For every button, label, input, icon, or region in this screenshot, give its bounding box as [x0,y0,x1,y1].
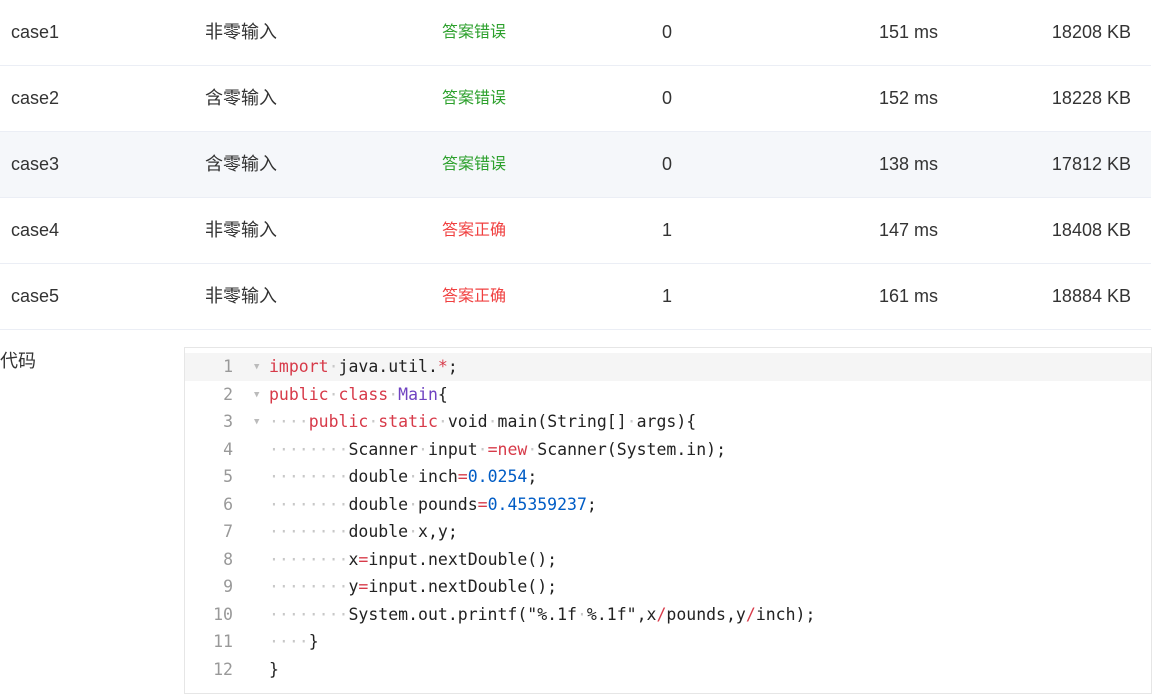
case-score: 1 [662,220,673,240]
code-viewer[interactable]: 1 ▼ import·java.util.*; 2 ▼ public·class·Main… [184,347,1152,694]
case-result: 答案正确 [442,222,507,239]
line-number: 2 [223,384,233,404]
case-type: 含零输入 [205,154,277,174]
code-line: 10 ········System.out.printf("%.1f·%.1f",… [185,601,1151,629]
case-type: 非零输入 [205,22,277,42]
case-result: 答案正确 [442,288,507,305]
case-time: 152 ms [878,88,938,108]
code-text: ········double·inch=0.0254; [269,467,538,486]
case-time: 161 ms [878,286,938,306]
case-name: case4 [11,220,60,240]
line-number: 11 [213,632,233,651]
case-memory: 18884 KB [1051,286,1131,306]
case-type: 非零输入 [205,286,277,306]
line-number: 4 [223,439,233,459]
case-type: 非零输入 [205,220,277,240]
code-line: 6 ········double·pounds=0.45359237; [185,491,1151,519]
code-text: } [269,659,279,679]
code-line: 12} [185,656,1151,684]
code-text: ····} [269,632,319,651]
case-score: 0 [662,22,673,42]
case-memory: 17812 KB [1051,154,1131,174]
case-memory: 18208 KB [1051,22,1131,42]
line-number: 6 [223,494,233,514]
case-result: 答案错误 [442,90,507,107]
code-line: 4 ········Scanner·input·=new·Scanner(Syst… [185,436,1151,464]
line-number: 8 [223,549,233,569]
line-number: 5 [223,467,233,486]
case-time: 138 ms [878,154,938,174]
code-text: ········x=input.nextDouble(); [269,549,558,569]
case-memory: 18228 KB [1051,88,1131,108]
code-text: ········y=input.nextDouble(); [269,577,558,596]
code-text: ········double·pounds=0.45359237; [269,494,597,514]
fold-arrow-icon[interactable]: ▼ [254,353,259,381]
case-time: 151 ms [878,22,938,42]
case-result: 答案错误 [442,24,507,41]
fold-arrow-icon[interactable]: ▼ [254,381,259,409]
code-text: public·class·Main{ [269,384,448,404]
line-number: 9 [223,577,233,596]
case-score: 0 [662,88,673,108]
code-line: 7 ········double·x,y; [185,518,1151,546]
code-text: ········Scanner·input·=new·Scanner(Syste… [269,439,727,459]
line-number: 1 [223,357,233,376]
code-line: 9 ········y=input.nextDouble(); [185,573,1151,601]
case-name: case2 [11,88,60,108]
line-number: 12 [213,659,233,679]
line-number: 3 [223,412,233,431]
case-score: 0 [662,154,673,174]
table-row: case5 非零输入 答案正确 1 161 ms 18884 KB [0,264,1151,330]
line-number: 10 [213,604,233,624]
test-case-table: case1 非零输入 答案错误 0 151 ms 18208 KB case2 … [0,0,1151,330]
code-line: 2 ▼ public·class·Main{ [185,381,1151,409]
code-text: import·java.util.*; [269,357,458,376]
case-score: 1 [662,286,673,306]
table-row: case4 非零输入 答案正确 1 147 ms 18408 KB [0,198,1151,264]
case-name: case3 [11,154,60,174]
case-type: 含零输入 [205,88,277,108]
code-text: ········double·x,y; [269,522,458,541]
code-text: ········System.out.printf("%.1f·%.1f",x/… [269,604,816,624]
code-line: 11 ····} [185,628,1151,656]
code-line: 5 ········double·inch=0.0254; [185,463,1151,491]
code-line: 1 ▼ import·java.util.*; [185,353,1151,381]
case-result: 答案错误 [442,156,507,173]
code-line: 8 ········x=input.nextDouble(); [185,546,1151,574]
case-name: case5 [11,286,60,306]
case-time: 147 ms [878,220,938,240]
case-name: case1 [11,22,60,42]
table-row: case3 含零输入 答案错误 0 138 ms 17812 KB [0,132,1151,198]
table-row: case1 非零输入 答案错误 0 151 ms 18208 KB [0,0,1151,66]
code-line: 3 ▼ ····public·static·void·main(String[]·a… [185,408,1151,436]
code-text: ····public·static·void·main(String[]·arg… [269,412,697,431]
line-number: 7 [223,522,233,541]
case-memory: 18408 KB [1051,220,1131,240]
table-row: case2 含零输入 答案错误 0 152 ms 18228 KB [0,66,1151,132]
fold-arrow-icon[interactable]: ▼ [254,408,259,436]
code-section-label: 代码 [0,351,36,371]
